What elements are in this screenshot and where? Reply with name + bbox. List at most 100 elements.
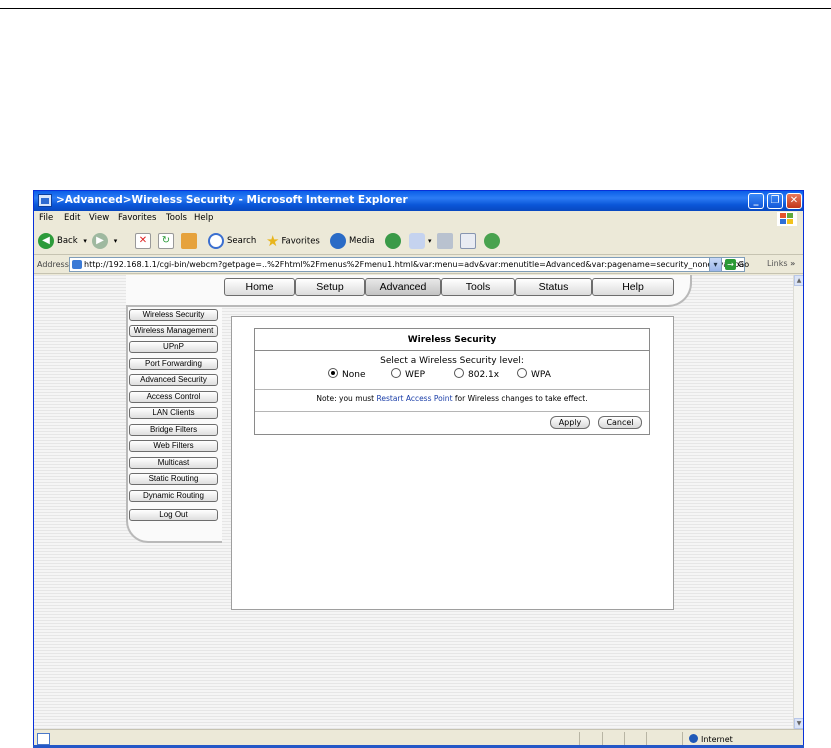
- restart-note: Note: you must Restart Access Point for …: [255, 394, 649, 403]
- zone-label: Internet: [701, 735, 733, 744]
- menu-edit[interactable]: Edit: [64, 213, 80, 223]
- favorites-icon: ★: [266, 232, 280, 250]
- mail-icon: [409, 232, 425, 249]
- sidebar-item-multicast[interactable]: Multicast: [129, 457, 218, 469]
- menu-bar: File Edit View Favorites Tools Help: [34, 211, 803, 227]
- main-panel: Wireless Security Select a Wireless Secu…: [231, 316, 674, 610]
- page-status-icon: [37, 733, 50, 745]
- radio-8021x[interactable]: 802.1x: [454, 368, 499, 381]
- sidebar-item-lan-clients[interactable]: LAN Clients: [129, 407, 218, 419]
- sidebar-item-upnp[interactable]: UPnP: [129, 341, 218, 353]
- radio-wep[interactable]: WEP: [391, 368, 425, 381]
- forward-button[interactable]: ▶ ▾: [92, 232, 117, 250]
- menu-tools[interactable]: Tools: [166, 213, 187, 223]
- history-icon: [385, 232, 401, 249]
- sidebar-item-wireless-security[interactable]: Wireless Security: [129, 309, 218, 321]
- address-input[interactable]: http://192.168.1.1/cgi-bin/webcm?getpage…: [69, 257, 745, 272]
- back-button[interactable]: ◀ Back ▾: [38, 232, 87, 250]
- menu-favorites[interactable]: Favorites: [118, 213, 156, 223]
- radio-none-label: None: [342, 370, 366, 380]
- tab-home[interactable]: Home: [224, 278, 295, 296]
- close-button[interactable]: ✕: [786, 193, 802, 209]
- sidebar-item-static-routing[interactable]: Static Routing: [129, 473, 218, 485]
- forward-dropdown-icon[interactable]: ▾: [114, 237, 118, 245]
- radio-8021x-indicator[interactable]: [454, 368, 464, 378]
- links-label: Links: [767, 259, 788, 268]
- standard-toolbar: ◀ Back ▾ ▶ ▾ ✕ ↻ Search ★ Favorites Media …: [34, 227, 803, 255]
- sidebar-item-dynamic-routing[interactable]: Dynamic Routing: [129, 490, 218, 502]
- title-bar[interactable]: >Advanced>Wireless Security - Microsoft …: [34, 191, 803, 211]
- edit-icon: [460, 232, 476, 249]
- radio-wep-indicator[interactable]: [391, 368, 401, 378]
- tab-advanced[interactable]: Advanced: [365, 278, 441, 296]
- radio-none-indicator[interactable]: [328, 368, 338, 378]
- favorites-button[interactable]: ★ Favorites: [266, 232, 320, 250]
- sidebar-item-advanced-security[interactable]: Advanced Security: [129, 374, 218, 386]
- globe-icon: [689, 734, 698, 743]
- address-url: http://192.168.1.1/cgi-bin/webcm?getpage…: [84, 260, 745, 269]
- apply-button[interactable]: Apply: [550, 416, 590, 429]
- back-dropdown-icon[interactable]: ▾: [83, 237, 87, 245]
- menu-file[interactable]: File: [39, 213, 53, 223]
- chevron-right-icon: »: [790, 259, 796, 268]
- mail-button[interactable]: ▾: [409, 232, 432, 250]
- tab-tools[interactable]: Tools: [441, 278, 515, 296]
- page-icon: [72, 260, 82, 269]
- sidebar-item-web-filters[interactable]: Web Filters: [129, 440, 218, 452]
- go-button[interactable]: → Go: [725, 259, 749, 270]
- address-dropdown-icon[interactable]: ▾: [709, 257, 722, 272]
- media-icon: [330, 232, 346, 249]
- page-top-rule: [0, 8, 831, 9]
- address-bar: Address http://192.168.1.1/cgi-bin/webcm…: [34, 256, 803, 274]
- media-button[interactable]: Media: [330, 232, 375, 250]
- ie-page-icon: [38, 194, 52, 207]
- go-arrow-icon: →: [725, 259, 736, 270]
- address-label: Address: [37, 260, 69, 269]
- scroll-up-icon[interactable]: ▲: [794, 275, 803, 286]
- cancel-button[interactable]: Cancel: [598, 416, 642, 429]
- sidebar-item-log-out[interactable]: Log Out: [129, 509, 218, 521]
- back-icon: ◀: [38, 232, 54, 249]
- search-label: Search: [227, 236, 257, 246]
- sidebar-item-bridge-filters[interactable]: Bridge Filters: [129, 424, 218, 436]
- tab-status[interactable]: Status: [515, 278, 592, 296]
- scroll-down-icon[interactable]: ▼: [794, 718, 803, 729]
- print-button[interactable]: [437, 232, 456, 250]
- menu-help[interactable]: Help: [194, 213, 213, 223]
- note-suffix: for Wireless changes to take effect.: [452, 394, 588, 403]
- restart-access-point-link[interactable]: Restart Access Point: [376, 394, 452, 403]
- sidebar-item-port-forwarding[interactable]: Port Forwarding: [129, 358, 218, 370]
- menu-view[interactable]: View: [89, 213, 109, 223]
- stop-button[interactable]: ✕: [135, 232, 154, 250]
- back-label: Back: [57, 236, 78, 246]
- minimize-button[interactable]: _: [748, 193, 764, 209]
- links-button[interactable]: Links »: [767, 259, 795, 268]
- mail-dropdown-icon[interactable]: ▾: [428, 237, 432, 245]
- search-icon: [208, 232, 224, 249]
- history-button[interactable]: [385, 232, 404, 250]
- radio-none[interactable]: None: [328, 368, 365, 381]
- stop-icon: ✕: [135, 232, 151, 249]
- wireless-security-form: Wireless Security Select a Wireless Secu…: [254, 328, 650, 435]
- refresh-button[interactable]: ↻: [158, 232, 177, 250]
- sidebar-item-wireless-management[interactable]: Wireless Management: [129, 325, 218, 337]
- messenger-button[interactable]: [484, 232, 503, 250]
- search-button[interactable]: Search: [208, 232, 256, 250]
- main-nav-tabs: Home Setup Advanced Tools Status Help: [224, 278, 694, 296]
- vertical-scrollbar[interactable]: ▲ ▼: [793, 275, 803, 729]
- radio-wep-label: WEP: [405, 370, 426, 380]
- maximize-button[interactable]: ❐: [767, 193, 783, 209]
- note-prefix: Note: you must: [316, 394, 377, 403]
- radio-wpa-label: WPA: [531, 370, 551, 380]
- tab-setup[interactable]: Setup: [295, 278, 365, 296]
- form-title: Wireless Security: [255, 329, 649, 351]
- sidebar-item-access-control[interactable]: Access Control: [129, 391, 218, 403]
- edit-button[interactable]: [460, 232, 479, 250]
- home-button[interactable]: [181, 232, 200, 250]
- windows-logo-icon: [777, 212, 797, 226]
- media-label: Media: [349, 236, 375, 246]
- radio-wpa[interactable]: WPA: [517, 368, 551, 381]
- tab-help[interactable]: Help: [592, 278, 674, 296]
- window-title: >Advanced>Wireless Security - Microsoft …: [56, 194, 408, 206]
- radio-wpa-indicator[interactable]: [517, 368, 527, 378]
